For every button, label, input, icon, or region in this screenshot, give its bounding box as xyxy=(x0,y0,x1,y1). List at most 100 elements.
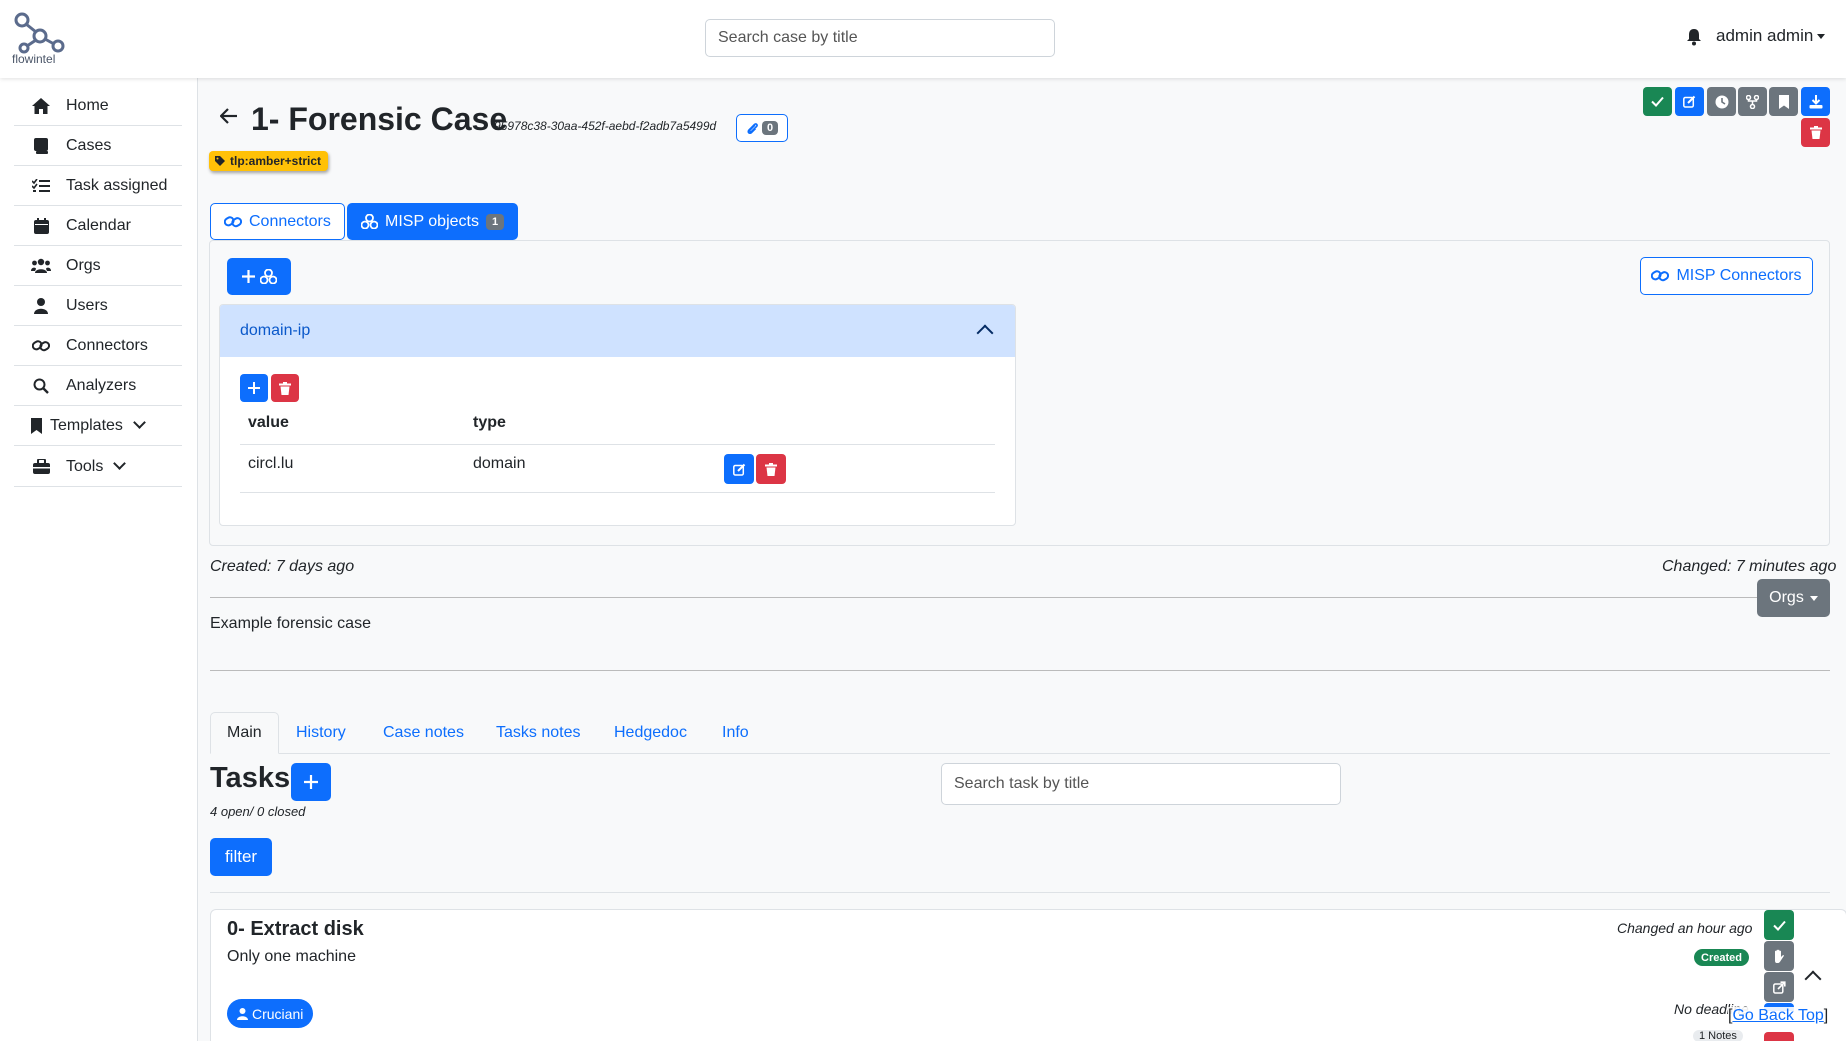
home-icon xyxy=(30,97,52,115)
filter-button[interactable]: filter xyxy=(210,838,272,876)
top-navbar: flowintel admin admin xyxy=(0,0,1846,78)
bookmark-icon xyxy=(30,417,42,435)
delete-attribute-button[interactable] xyxy=(756,454,786,484)
sidebar-item-cases[interactable]: Cases xyxy=(14,126,182,166)
delete-case-button[interactable] xyxy=(1801,118,1830,147)
complete-case-button[interactable] xyxy=(1643,87,1672,116)
trash-icon xyxy=(1809,126,1822,139)
download-icon xyxy=(1809,94,1823,109)
status-badge: Created xyxy=(1694,949,1749,966)
link-icon xyxy=(1651,269,1670,283)
sidebar-item-label: Task assigned xyxy=(66,176,168,194)
tab-connectors[interactable]: Connectors xyxy=(210,203,345,240)
plus-icon xyxy=(241,270,255,283)
sidebar-item-label: Home xyxy=(66,96,109,114)
bookmark-icon xyxy=(1778,94,1789,109)
add-misp-object-button[interactable] xyxy=(227,258,291,295)
tasks-count: 4 open/ 0 closed xyxy=(210,804,306,819)
tab-history[interactable]: History xyxy=(280,712,362,754)
table-divider xyxy=(240,444,995,445)
tab-case-notes[interactable]: Case notes xyxy=(367,712,480,754)
sidebar-item-users[interactable]: Users xyxy=(14,286,182,326)
trash-icon xyxy=(765,462,777,476)
book-icon xyxy=(30,137,52,155)
sidebar-item-task-assigned[interactable]: Task assigned xyxy=(14,166,182,206)
misp-object-name: domain-ip xyxy=(240,322,311,339)
search-case-input[interactable] xyxy=(705,19,1055,57)
add-attribute-button[interactable] xyxy=(240,374,268,402)
history-case-button[interactable] xyxy=(1707,87,1736,116)
users-icon xyxy=(30,257,52,275)
sidebar-item-label: Connectors xyxy=(66,336,148,354)
column-header-value: value xyxy=(248,414,289,431)
sidebar-item-home[interactable]: Home xyxy=(14,86,182,126)
link-icon xyxy=(224,215,242,229)
chevron-up-icon xyxy=(976,324,994,342)
add-task-button[interactable] xyxy=(291,763,331,801)
task-card[interactable] xyxy=(210,909,1846,1041)
tab-label: Connectors xyxy=(249,212,331,230)
user-menu[interactable]: admin admin xyxy=(1716,26,1826,46)
export-task-button[interactable] xyxy=(1764,972,1794,1002)
edit-attribute-button[interactable] xyxy=(724,454,754,484)
go-back-top-link[interactable]: [Go Back Top] xyxy=(1728,1007,1829,1025)
take-task-button[interactable] xyxy=(1764,941,1794,971)
paperclip-icon xyxy=(746,121,758,135)
edit-icon xyxy=(732,463,746,476)
bell-icon[interactable] xyxy=(1685,28,1703,46)
template-case-button[interactable] xyxy=(1769,87,1798,116)
go-back-top-text[interactable]: Go Back Top xyxy=(1732,1007,1823,1024)
toolbox-icon xyxy=(30,458,52,476)
caret-down-icon xyxy=(1809,595,1818,601)
sidebar-item-label: Templates xyxy=(50,416,123,434)
chevron-down-icon xyxy=(133,416,146,429)
section-divider xyxy=(210,892,1830,893)
column-header-type: type xyxy=(473,414,506,431)
user-icon xyxy=(30,297,52,315)
logo-text: flowintel xyxy=(12,52,56,66)
sidebar-item-orgs[interactable]: Orgs xyxy=(14,246,182,286)
task-title: 0- Extract disk xyxy=(227,918,364,940)
misp-objects-count-badge: 1 xyxy=(485,213,505,230)
orgs-dropdown-button[interactable]: Orgs xyxy=(1757,579,1830,617)
user-icon xyxy=(237,1007,248,1020)
tab-tasks-notes[interactable]: Tasks notes xyxy=(480,712,596,754)
misp-object-header[interactable]: domain-ip xyxy=(220,305,1015,357)
task-notes-badge: 1 Notes xyxy=(1693,1030,1743,1041)
tab-info[interactable]: Info xyxy=(706,712,765,754)
sidebar-item-analyzers[interactable]: Analyzers xyxy=(14,366,182,406)
case-description: Example forensic case xyxy=(210,615,371,632)
tag-label: tlp:amber+strict xyxy=(230,154,322,168)
clock-icon xyxy=(1715,95,1729,109)
tab-hedgedoc[interactable]: Hedgedoc xyxy=(598,712,703,754)
sidebar-item-calendar[interactable]: Calendar xyxy=(14,206,182,246)
sidebar-item-tools[interactable]: Tools xyxy=(14,447,182,487)
search-icon xyxy=(30,377,52,395)
fork-case-button[interactable] xyxy=(1738,87,1767,116)
sidebar-item-label: Users xyxy=(66,296,108,314)
misp-connectors-button[interactable]: MISP Connectors xyxy=(1640,257,1813,295)
complete-task-button[interactable] xyxy=(1764,910,1794,940)
sidebar-item-connectors[interactable]: Connectors xyxy=(14,326,182,366)
assigned-user-badge[interactable]: Cruciani xyxy=(227,999,314,1028)
delete-object-button[interactable] xyxy=(271,374,299,402)
misp-connectors-label: MISP Connectors xyxy=(1676,267,1802,284)
attribute-type: domain xyxy=(473,455,526,472)
back-arrow-icon[interactable] xyxy=(220,108,238,124)
page-title: 1- Forensic Case xyxy=(251,101,508,137)
download-case-button[interactable] xyxy=(1801,87,1830,116)
tab-main[interactable]: Main xyxy=(210,712,279,754)
search-task-input[interactable] xyxy=(941,763,1341,805)
sidebar-item-label: Calendar xyxy=(66,216,131,234)
case-changed: Changed: 7 minutes ago xyxy=(1662,558,1837,575)
task-description: Only one machine xyxy=(227,948,356,965)
tab-misp-objects[interactable]: MISP objects 1 xyxy=(347,203,519,240)
attachments-button[interactable]: 0 xyxy=(736,114,788,142)
tlp-tag[interactable]: tlp:amber+strict xyxy=(209,151,329,171)
sidebar-item-templates[interactable]: Templates xyxy=(14,406,182,446)
chevron-down-icon xyxy=(113,457,127,470)
delete-task-button[interactable] xyxy=(1764,1032,1794,1041)
edit-case-button[interactable] xyxy=(1675,87,1704,116)
share-icon xyxy=(1772,980,1786,994)
user-name: admin admin xyxy=(1716,26,1814,45)
